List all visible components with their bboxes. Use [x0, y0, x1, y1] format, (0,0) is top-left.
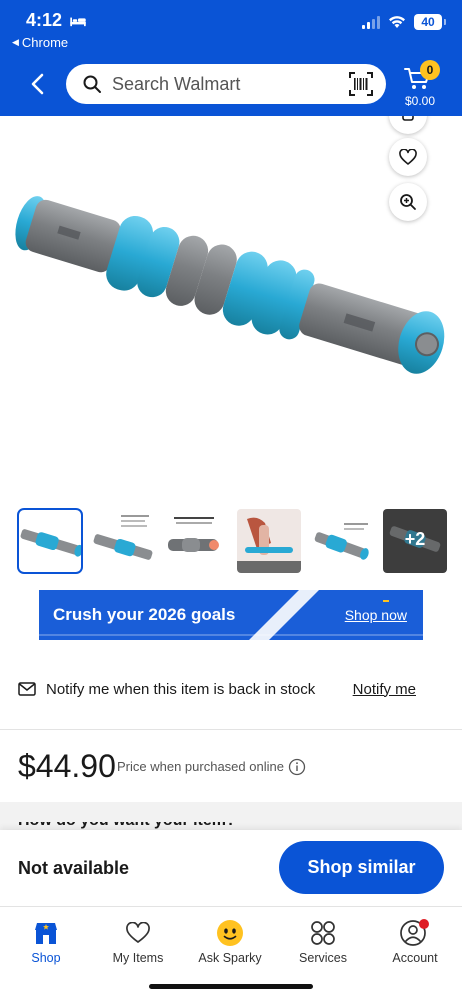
- zoom-button[interactable]: [389, 183, 427, 221]
- thumbnail-2[interactable]: [91, 509, 155, 573]
- tab-label: My Items: [112, 951, 164, 965]
- tab-services[interactable]: Services: [277, 919, 369, 971]
- thumbnail-image: [20, 529, 82, 557]
- fulfillment-heading-peek: How do you want your item?: [18, 822, 248, 830]
- shop-icon: [35, 923, 57, 944]
- tab-label: Ask Sparky: [198, 951, 262, 965]
- tab-my-items[interactable]: My Items: [92, 919, 184, 971]
- status-time: 4:12: [26, 10, 88, 31]
- thumbnail-4[interactable]: [237, 509, 301, 573]
- banner-headline: Crush your 2026 goals: [53, 605, 236, 624]
- sleep-focus-icon: [70, 17, 86, 26]
- tab-label: Services: [299, 951, 347, 965]
- availability-status: Not available: [18, 858, 130, 878]
- services-icon: [311, 921, 335, 945]
- cart-button[interactable]: 0 $0.00: [398, 60, 442, 112]
- favorite-button[interactable]: [389, 138, 427, 176]
- account-icon: [400, 919, 429, 946]
- status-indicators: 40: [362, 14, 446, 30]
- banner-shop-now-link[interactable]: Shop now: [345, 607, 407, 623]
- notify-me-link[interactable]: Notify me: [353, 681, 416, 698]
- product-image: [15, 196, 445, 374]
- home-indicator: [149, 984, 313, 989]
- barcode-scan-icon[interactable]: [348, 71, 374, 97]
- thumbnail-image: [314, 523, 369, 560]
- share-icon: [402, 116, 414, 121]
- search-input[interactable]: [112, 73, 348, 95]
- thumbnail-1[interactable]: [17, 508, 83, 574]
- info-icon[interactable]: [288, 758, 306, 776]
- thumbnail-image: [237, 509, 301, 573]
- divider: [0, 729, 462, 730]
- thumbnail-strip: +2: [17, 508, 447, 574]
- thumbnail-image: [93, 515, 153, 560]
- back-app-label: Chrome: [21, 35, 69, 50]
- cart-count-badge: 0: [420, 60, 440, 80]
- app-header: 4:12 ◀ Chrome 40 Search Walmart 0 $0.00: [0, 0, 462, 116]
- bottom-action-bar: Not available Shop similar: [0, 830, 462, 906]
- cart-total: $0.00: [404, 94, 436, 108]
- thumbnail-3[interactable]: [164, 509, 228, 573]
- price-note: Price when purchased online: [117, 759, 284, 774]
- thumbnail-more[interactable]: +2: [383, 509, 447, 573]
- back-arrow-icon[interactable]: [26, 72, 50, 96]
- wifi-icon: [389, 16, 405, 28]
- more-images-count: +2: [404, 529, 426, 549]
- tab-label: Shop: [31, 951, 61, 965]
- thumbnail-5[interactable]: [310, 509, 374, 573]
- back-triangle-icon: ◀: [12, 37, 19, 47]
- tab-account[interactable]: Account: [369, 919, 461, 971]
- zoom-in-icon: [400, 194, 416, 210]
- search-icon: [83, 75, 101, 93]
- thumbnail-image: [168, 517, 219, 552]
- tab-ask-sparky[interactable]: Ask Sparky: [184, 919, 276, 971]
- product-price: $44.90: [18, 748, 116, 784]
- status-time-text: 4:12: [26, 10, 63, 30]
- back-to-app[interactable]: ◀ Chrome: [12, 35, 68, 50]
- tab-shop[interactable]: Shop: [0, 919, 92, 971]
- promo-banner[interactable]: Crush your 2026 goals Shop now: [39, 590, 423, 640]
- heart-icon: [126, 922, 150, 943]
- search-bar[interactable]: [66, 64, 386, 104]
- heart-icon: [399, 149, 417, 165]
- shop-similar-button[interactable]: Shop similar: [279, 841, 444, 894]
- notify-row: Notify me when this item is back in stoc…: [18, 678, 444, 700]
- mail-icon: [18, 682, 36, 696]
- sparky-icon: [217, 920, 243, 946]
- battery-indicator: 40: [414, 14, 446, 30]
- fulfillment-heading: How do you want your item?: [18, 822, 248, 830]
- cellular-signal-icon: [362, 15, 380, 29]
- tab-label: Account: [392, 951, 438, 965]
- product-image-carousel[interactable]: [0, 116, 462, 496]
- notify-text: Notify me when this item is back in stoc…: [46, 680, 316, 698]
